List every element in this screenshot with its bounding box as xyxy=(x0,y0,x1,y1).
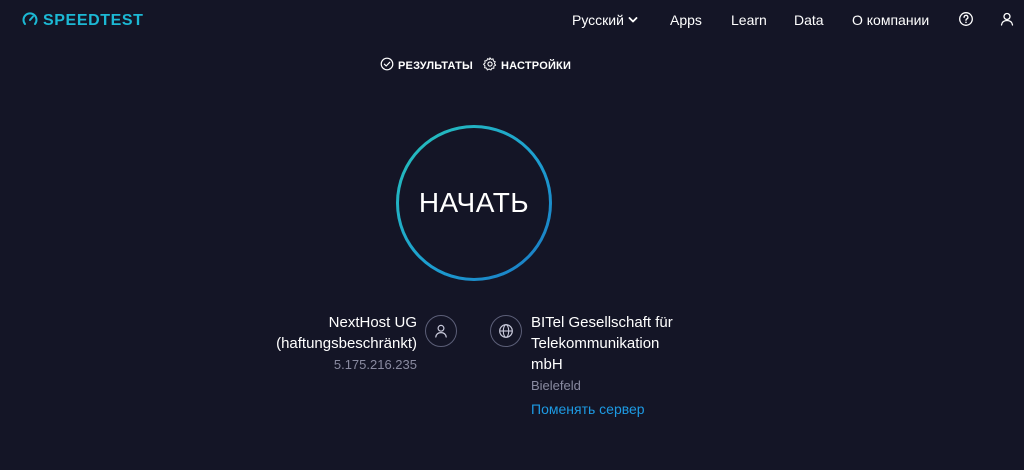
speedtest-logo[interactable]: SPEEDTEST xyxy=(22,11,144,31)
speedometer-icon xyxy=(22,11,38,32)
logo-text: SPEEDTEST xyxy=(43,12,144,29)
results-link[interactable]: РЕЗУЛЬТАТЫ xyxy=(380,57,473,74)
server-location: Bielefeld xyxy=(531,378,581,393)
change-server-link[interactable]: Поменять сервер xyxy=(531,401,645,417)
nav-link-apps[interactable]: Apps xyxy=(670,12,702,28)
isp-name-line2: (haftungsbeschränkt) xyxy=(276,335,417,352)
results-label: РЕЗУЛЬТАТЫ xyxy=(398,59,473,72)
server-name-line1: BITel Gesellschaft für xyxy=(531,314,673,331)
language-selector[interactable]: Русский xyxy=(572,12,638,28)
language-label: Русский xyxy=(572,12,624,28)
isp-name: NextHost UG (haftungsbeschränkt) xyxy=(276,312,417,354)
isp-name-line1: NextHost UG xyxy=(328,314,417,331)
user-icon xyxy=(425,315,457,347)
user-icon[interactable] xyxy=(999,11,1015,27)
check-circle-icon xyxy=(380,57,394,74)
nav-link-data[interactable]: Data xyxy=(794,12,824,28)
chevron-down-icon xyxy=(628,12,638,28)
server-name-line3: mbH xyxy=(531,356,563,373)
settings-label: НАСТРОЙКИ xyxy=(501,59,572,72)
start-button[interactable]: НАЧАТЬ xyxy=(399,128,549,278)
start-button-ring: НАЧАТЬ xyxy=(396,125,552,281)
globe-icon xyxy=(490,315,522,347)
header: SPEEDTEST Русский Apps Learn Data О комп… xyxy=(0,0,1024,40)
server-name-line2: Telekommunikation xyxy=(531,335,660,352)
server-name: BITel Gesellschaft für Telekommunikation… xyxy=(531,312,731,375)
gear-icon xyxy=(483,57,497,74)
help-icon[interactable] xyxy=(958,11,974,27)
nav-link-about[interactable]: О компании xyxy=(852,12,929,28)
nav-link-learn[interactable]: Learn xyxy=(731,12,767,28)
isp-ip-address: 5.175.216.235 xyxy=(333,357,417,372)
settings-link[interactable]: НАСТРОЙКИ xyxy=(483,57,571,74)
